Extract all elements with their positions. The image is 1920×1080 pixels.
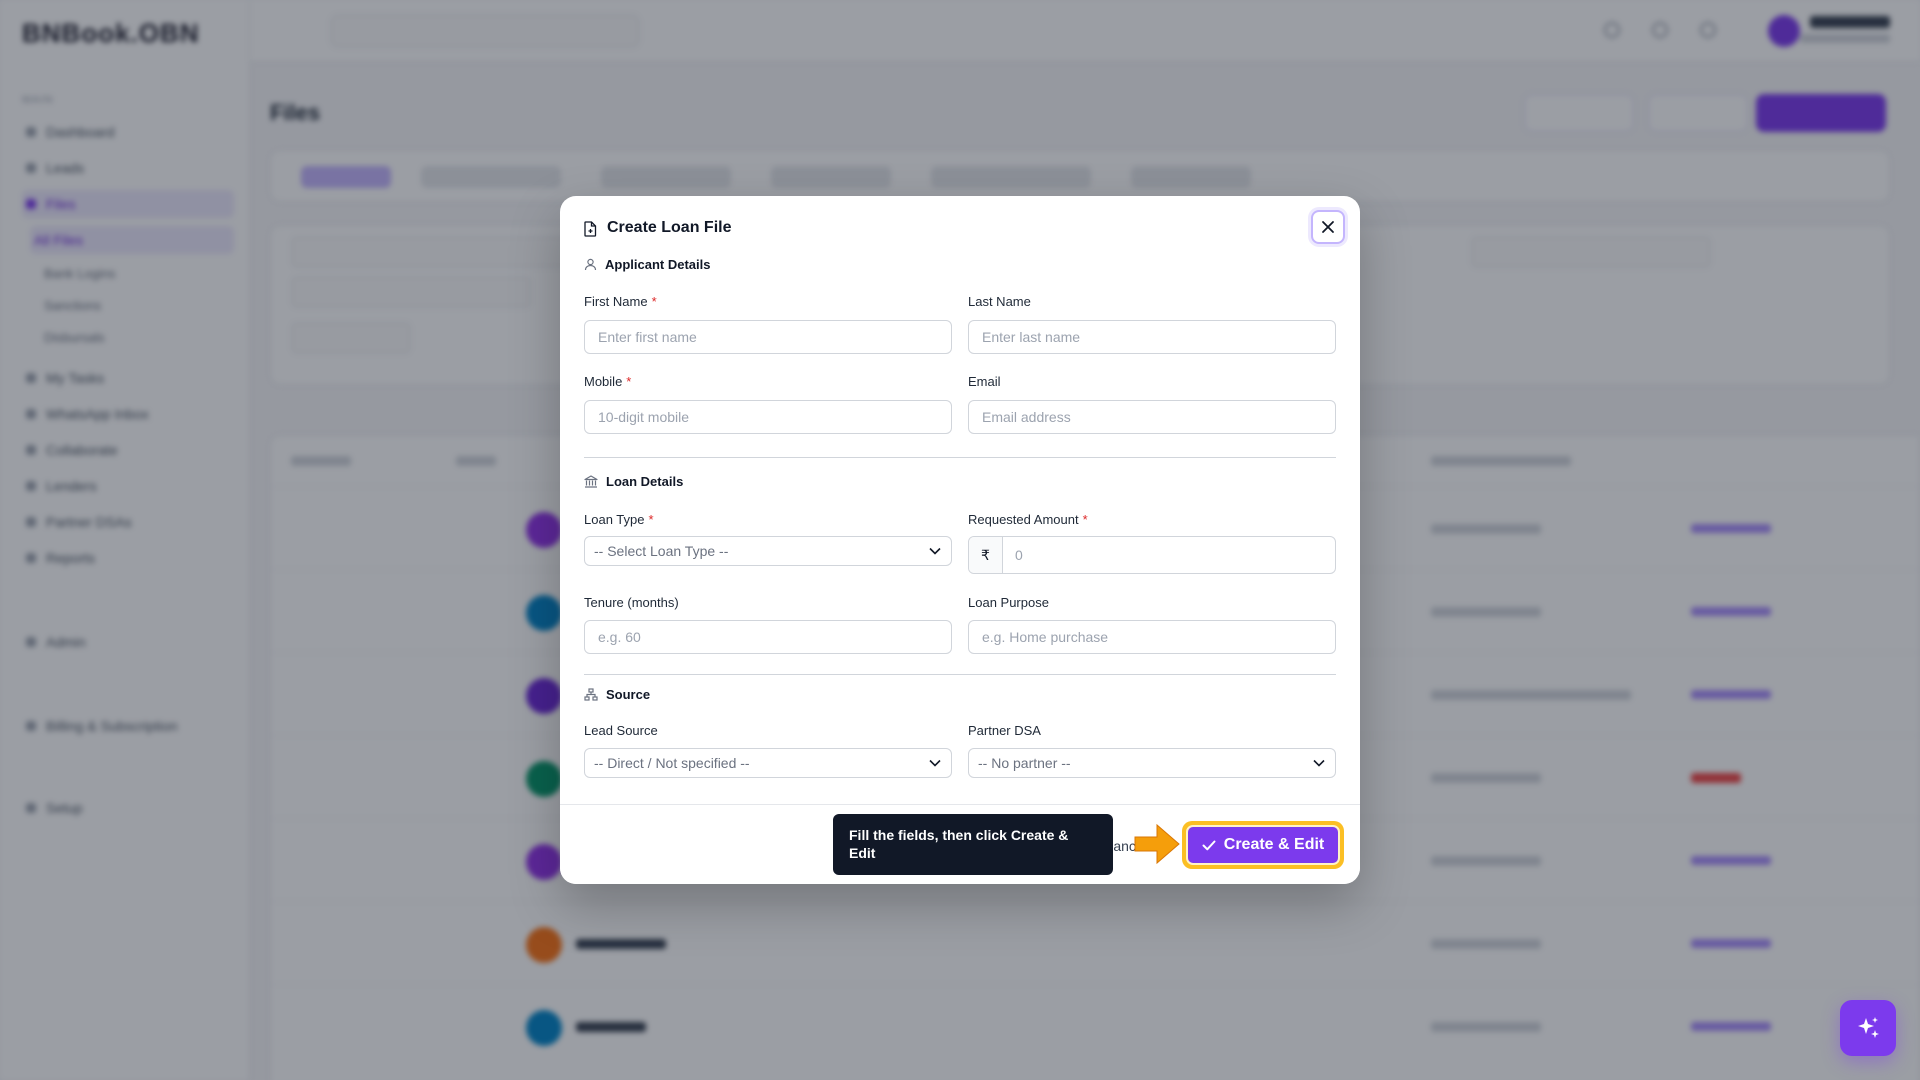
file-plus-icon [584, 221, 597, 237]
loan-type-value: -- Select Loan Type -- [594, 543, 729, 559]
create-and-edit-label: Create & Edit [1223, 836, 1325, 853]
section-divider [584, 674, 1336, 675]
mobile-label: Mobile * [584, 374, 632, 389]
section-applicant: Applicant Details [584, 257, 710, 272]
loan-type-label: Loan Type * [584, 512, 654, 527]
tenure-field[interactable]: e.g. 60 [584, 620, 952, 654]
email-field[interactable]: Email address [968, 400, 1336, 434]
section-source: Source [584, 687, 650, 702]
first-name-field[interactable]: Enter first name [584, 320, 952, 354]
loan-type-select[interactable]: -- Select Loan Type -- [584, 536, 952, 566]
loan-purpose-label: Loan Purpose [968, 595, 1049, 610]
partner-dsa-value: -- No partner -- [978, 755, 1071, 771]
create-and-edit-inner[interactable]: Create & Edit [1186, 825, 1340, 865]
close-icon [1322, 221, 1334, 233]
last-name-label: Last Name [968, 294, 1031, 309]
requested-amount-label: Requested Amount * [968, 512, 1088, 527]
create-loan-file-dialog: Create Loan File Applicant Details First… [560, 196, 1360, 884]
loan-purpose-field[interactable]: e.g. Home purchase [968, 620, 1336, 654]
dialog-title: Create Loan File [607, 219, 732, 236]
lead-source-label: Lead Source [584, 723, 658, 738]
section-loan-details: Loan Details [584, 474, 683, 489]
check-icon [1202, 840, 1216, 850]
guide-tooltip: Fill the fields, then click Create & Edi… [833, 814, 1113, 875]
sparkles-icon [1858, 1017, 1879, 1038]
currency-prefix: ₹ [969, 537, 1003, 573]
close-button[interactable] [1311, 210, 1345, 244]
chevron-down-icon [929, 759, 941, 767]
first-name-label: First Name * [584, 294, 657, 309]
pointer-arrow-icon [1134, 823, 1180, 865]
email-label: Email [968, 374, 1001, 389]
user-icon [584, 258, 597, 271]
requested-amount-field[interactable]: ₹ 0 [968, 536, 1336, 574]
create-and-edit-button[interactable]: Create & Edit [1182, 821, 1344, 869]
requested-amount-input[interactable]: 0 [1003, 537, 1335, 573]
ai-assistant-button[interactable] [1840, 1000, 1896, 1056]
section-divider [584, 457, 1336, 458]
dialog-body: Applicant Details First Name * Enter firs… [560, 256, 1360, 804]
mobile-field[interactable]: 10-digit mobile [584, 400, 952, 434]
partner-dsa-label: Partner DSA [968, 723, 1041, 738]
bank-icon [584, 475, 598, 488]
tenure-label: Tenure (months) [584, 595, 679, 610]
chevron-down-icon [1313, 759, 1325, 767]
network-icon [584, 688, 598, 701]
partner-dsa-select[interactable]: -- No partner -- [968, 748, 1336, 778]
lead-source-value: -- Direct / Not specified -- [594, 755, 750, 771]
lead-source-select[interactable]: -- Direct / Not specified -- [584, 748, 952, 778]
last-name-field[interactable]: Enter last name [968, 320, 1336, 354]
chevron-down-icon [929, 547, 941, 555]
